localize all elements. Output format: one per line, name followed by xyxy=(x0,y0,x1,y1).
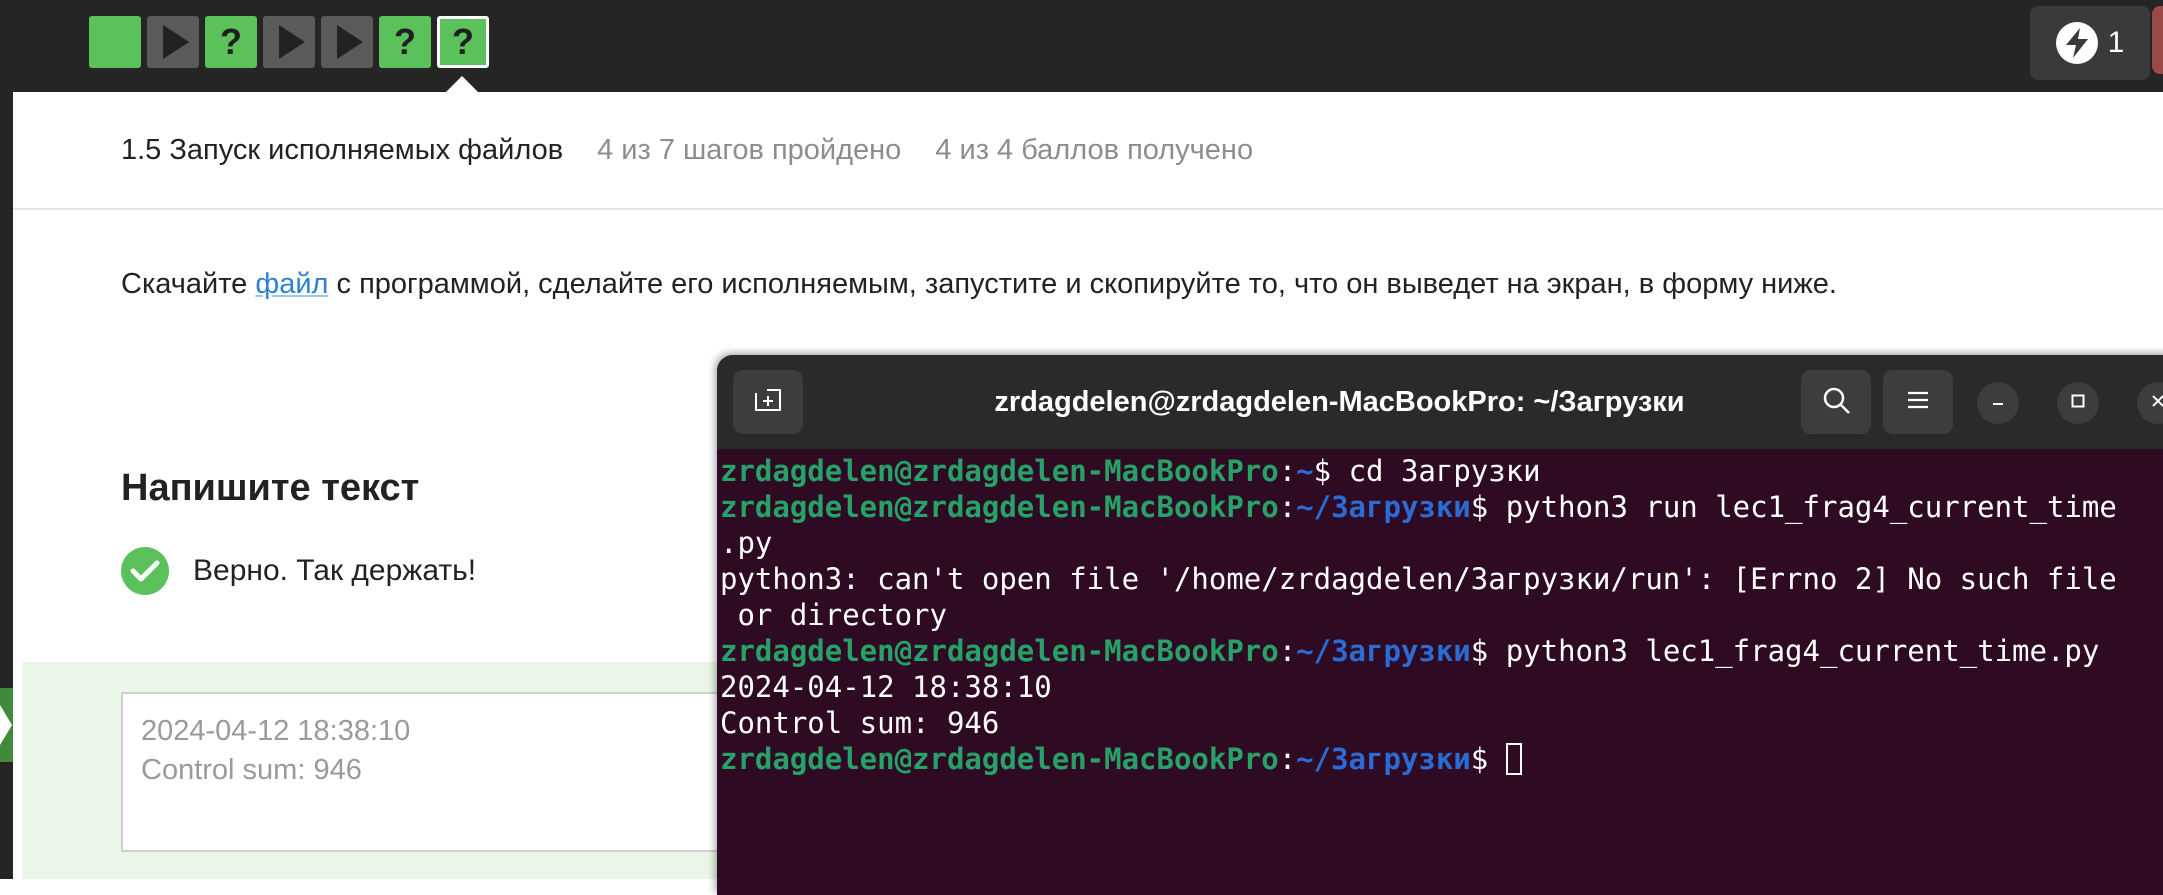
prompt-dollar: $ xyxy=(1470,634,1489,668)
output-text: Control sum: 946 xyxy=(720,706,1000,740)
output-text: .py xyxy=(720,526,773,560)
chevron-left-icon xyxy=(0,705,12,745)
prompt-command: python3 run lec1_frag4_current_time xyxy=(1488,490,2117,524)
terminal-title-text: zrdagdelen@zrdagdelen-MacBookPro: ~/Загр… xyxy=(994,385,1685,418)
prompt-path: ~/Загрузки xyxy=(1296,490,1471,524)
prompt-path: ~/Загрузки xyxy=(1296,742,1471,776)
prompt-user: zrdagdelen@zrdagdelen-MacBookPro xyxy=(720,454,1279,488)
prompt-user: zrdagdelen@zrdagdelen-MacBookPro xyxy=(720,634,1279,668)
minimize-icon xyxy=(1990,393,2006,414)
menu-button[interactable] xyxy=(1883,370,1953,434)
terminal-window[interactable]: zrdagdelen@zrdagdelen-MacBookPro: ~/Загр… xyxy=(717,355,2163,895)
close-icon xyxy=(2150,393,2163,414)
prompt-command xyxy=(1488,742,1505,776)
lesson-score: 4 из 4 баллов получено xyxy=(935,133,1254,166)
minimize-button[interactable] xyxy=(1977,382,2019,424)
play-icon xyxy=(279,25,305,59)
maximize-icon xyxy=(2070,393,2086,414)
terminal-cursor xyxy=(1505,743,1522,775)
step-7-button[interactable]: ? xyxy=(437,16,489,68)
prompt-path: ~ xyxy=(1296,454,1314,488)
profile-button-edge[interactable] xyxy=(2152,6,2163,74)
lightning-bolt-icon xyxy=(2055,22,2098,64)
prompt-command: python3 lec1_frag4_current_time.py xyxy=(1488,634,2100,668)
terminal-line: 2024-04-12 18:38:10 xyxy=(720,669,2163,705)
terminal-line: zrdagdelen@zrdagdelen-MacBookPro:~/Загру… xyxy=(720,633,2163,669)
terminal-line: python3: can't open file '/home/zrdagdel… xyxy=(720,561,2163,597)
file-download-link[interactable]: файл xyxy=(255,268,328,300)
play-icon xyxy=(163,25,189,59)
check-icon xyxy=(121,547,169,595)
step-4-button[interactable] xyxy=(263,16,315,68)
verdict: Верно. Так держать! xyxy=(121,547,476,595)
lesson-progress: 4 из 7 шагов пройдено xyxy=(597,133,902,166)
play-icon xyxy=(337,25,363,59)
terminal-line: or directory xyxy=(720,597,2163,633)
energy-counter[interactable]: 1 xyxy=(2030,6,2150,80)
prompt-dollar: $ xyxy=(1470,490,1489,524)
terminal-line: zrdagdelen@zrdagdelen-MacBookPro:~/Загру… xyxy=(720,489,2163,525)
terminal-line: .py xyxy=(720,525,2163,561)
hamburger-menu-icon xyxy=(1906,390,1930,415)
question-icon: ? xyxy=(220,21,242,62)
terminal-output[interactable]: zrdagdelen@zrdagdelen-MacBookPro:~$ cd З… xyxy=(720,453,2163,777)
task-description: Скачайте файл с программой, сделайте его… xyxy=(121,268,1837,301)
question-icon: ? xyxy=(394,21,416,62)
terminal-line: Control sum: 946 xyxy=(720,705,2163,741)
prompt-user: zrdagdelen@zrdagdelen-MacBookPro xyxy=(720,742,1279,776)
new-tab-icon xyxy=(753,387,783,418)
step-5-button[interactable] xyxy=(321,16,373,68)
question-icon: ? xyxy=(452,21,474,62)
prompt-separator: : xyxy=(1278,742,1297,776)
lesson-header: 1.5 Запуск исполняемых файлов 4 из 7 шаг… xyxy=(13,92,2163,210)
lesson-title: 1.5 Запуск исполняемых файлов xyxy=(121,133,564,166)
step-1-button[interactable] xyxy=(89,16,141,68)
task-text-after: с программой, сделайте его исполняемым, … xyxy=(328,268,1837,300)
prompt-separator: : xyxy=(1278,490,1297,524)
terminal-line: zrdagdelen@zrdagdelen-MacBookPro:~$ cd З… xyxy=(720,453,2163,489)
search-icon xyxy=(1821,385,1851,420)
close-button[interactable] xyxy=(2137,382,2163,424)
prompt-separator: : xyxy=(1278,634,1297,668)
step-3-button[interactable]: ? xyxy=(205,16,257,68)
terminal-titlebar[interactable]: zrdagdelen@zrdagdelen-MacBookPro: ~/Загр… xyxy=(717,355,2163,450)
active-step-pointer xyxy=(446,76,478,92)
energy-count: 1 xyxy=(2107,26,2125,59)
prompt-command: cd Загрузки xyxy=(1331,454,1541,488)
task-text-before: Скачайте xyxy=(121,268,256,300)
step-6-button[interactable]: ? xyxy=(379,16,431,68)
answer-heading: Напишите текст xyxy=(121,467,420,509)
prompt-dollar: $ xyxy=(1313,454,1332,488)
verdict-text: Верно. Так держать! xyxy=(193,554,477,587)
prompt-user: zrdagdelen@zrdagdelen-MacBookPro xyxy=(720,490,1279,524)
maximize-button[interactable] xyxy=(2057,382,2099,424)
step-2-button[interactable] xyxy=(147,16,199,68)
lesson-steps: ??? xyxy=(89,16,489,68)
search-button[interactable] xyxy=(1801,370,1871,434)
prompt-path: ~/Загрузки xyxy=(1296,634,1471,668)
prompt-separator: : xyxy=(1278,454,1297,488)
new-tab-button[interactable] xyxy=(733,370,803,434)
output-text: 2024-04-12 18:38:10 xyxy=(720,670,1052,704)
output-text: python3: can't open file '/home/zrdagdel… xyxy=(720,562,2117,596)
terminal-line: zrdagdelen@zrdagdelen-MacBookPro:~/Загру… xyxy=(720,741,2163,777)
output-text: or directory xyxy=(720,598,947,632)
prompt-dollar: $ xyxy=(1470,742,1489,776)
